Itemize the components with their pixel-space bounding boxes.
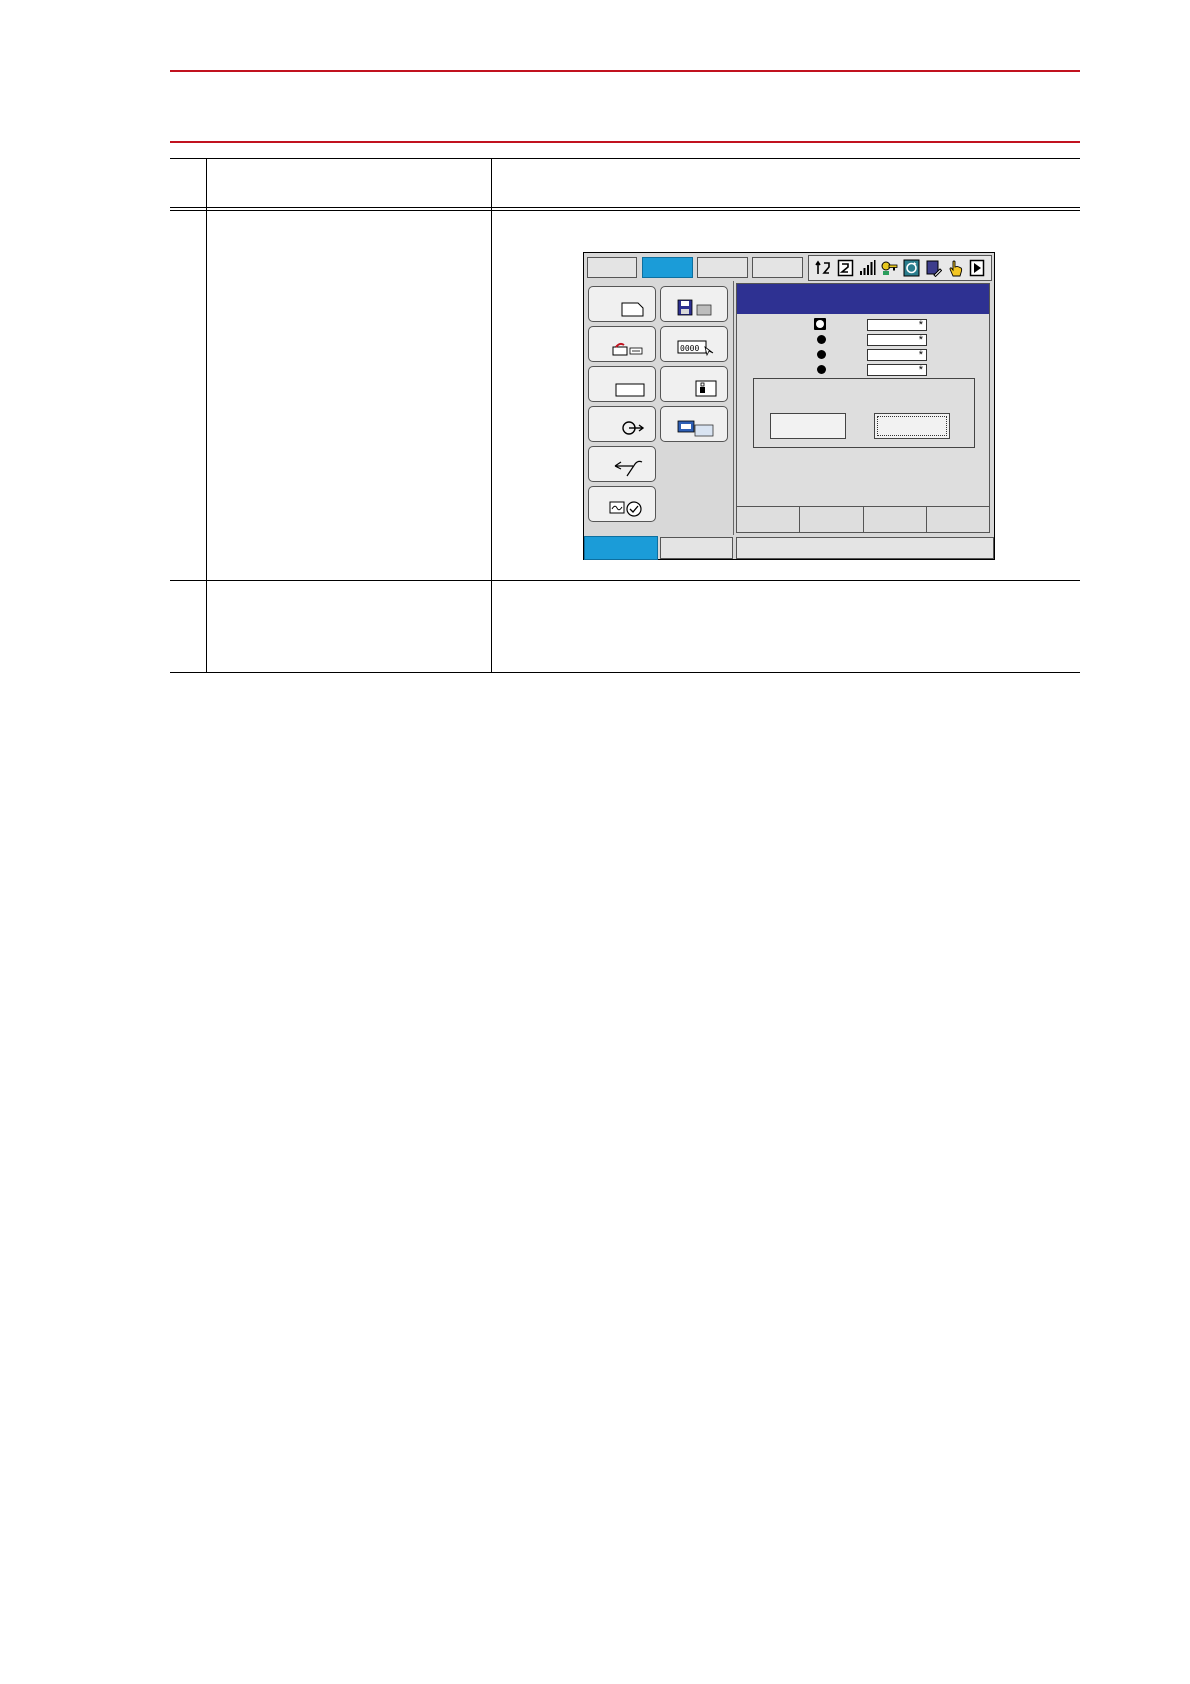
radio-3[interactable] (817, 350, 826, 359)
message-area (736, 537, 994, 559)
table-row-2-explanation (496, 584, 1076, 664)
parameter-field-4[interactable]: * (867, 364, 927, 376)
table-header-rule-double (170, 210, 1080, 211)
table-header-step (170, 160, 206, 206)
table-col-divider-2 (491, 158, 492, 673)
radio-4[interactable] (817, 365, 826, 374)
table-header-rule (170, 207, 1080, 208)
selected-radio[interactable] (814, 318, 826, 330)
function-key-3[interactable] (863, 507, 927, 532)
header-top-rule (170, 70, 1080, 72)
dialog-group (753, 378, 975, 448)
wrench-icon (614, 460, 643, 477)
cycle-icon (903, 259, 919, 277)
menu-button-variable[interactable]: 0000 (660, 326, 728, 362)
function-key-4[interactable] (926, 507, 989, 532)
table-row-1-step (170, 214, 206, 244)
number-icon (837, 259, 853, 277)
variable-icon: 0000 (677, 340, 714, 357)
table-row-2-operation (210, 584, 486, 664)
pendant-screen: 0000 * * * * (583, 252, 995, 560)
menu-button-system[interactable] (660, 366, 728, 402)
edit-icon (926, 260, 942, 277)
document-icon (621, 302, 644, 317)
parameter-field-2[interactable]: * (867, 334, 927, 346)
table-bottom-border (170, 672, 1080, 673)
table-header-operation (210, 160, 486, 206)
status-icon-bar (808, 255, 992, 281)
monitor-clock-icon (609, 501, 642, 517)
radio-2[interactable] (817, 335, 826, 344)
blank-icon (615, 383, 645, 397)
menu-button-robot[interactable] (588, 326, 656, 362)
menu-button-job[interactable] (588, 286, 656, 322)
simple-menu-button[interactable] (660, 537, 733, 559)
menu-button-file[interactable] (660, 286, 728, 322)
floppy-icon (677, 299, 712, 316)
svg-text:0000: 0000 (680, 344, 699, 353)
page-title (170, 80, 1080, 124)
function-key-1[interactable] (737, 507, 801, 532)
header-bottom-rule (170, 141, 1080, 143)
menu-button-in-out[interactable] (588, 406, 656, 442)
window-title-bar (737, 284, 989, 314)
table-top-border (170, 158, 1080, 159)
tab-4[interactable] (752, 257, 803, 278)
content-window: * * * * (736, 283, 990, 533)
menu-button-display[interactable] (660, 406, 728, 442)
speed-icon (859, 260, 875, 275)
main-menu-button[interactable] (584, 536, 658, 560)
display-icon (677, 420, 714, 437)
function-key-2[interactable] (800, 507, 864, 532)
tab-3[interactable] (697, 257, 748, 278)
dialog-button-left[interactable] (770, 413, 846, 439)
menu-button-io[interactable] (588, 366, 656, 402)
axis-icon (814, 260, 830, 274)
menu-button-timer[interactable] (588, 486, 656, 522)
table-col-divider-1 (206, 158, 207, 673)
table-row-divider (170, 580, 1080, 581)
robot-icon (612, 342, 643, 356)
table-header-explanation (496, 160, 1076, 206)
tab-2-active[interactable] (642, 257, 693, 278)
table-row-2-step (170, 584, 206, 614)
function-key-bar (737, 506, 989, 532)
hand-icon (949, 260, 962, 277)
table-row-1-explanation (496, 214, 1076, 244)
parameter-field-3[interactable]: * (867, 349, 927, 361)
lock-icon (695, 380, 717, 397)
tab-1[interactable] (587, 257, 637, 278)
dialog-button-right-focused[interactable] (874, 413, 950, 439)
menu-button-setup[interactable] (588, 446, 656, 482)
main-menu-pane: 0000 (585, 281, 734, 535)
play-icon (969, 259, 984, 277)
arrow-circle-icon (622, 421, 645, 435)
key-icon (881, 261, 897, 275)
table-row-1-operation (210, 214, 486, 274)
parameter-field-1[interactable]: * (867, 319, 927, 331)
